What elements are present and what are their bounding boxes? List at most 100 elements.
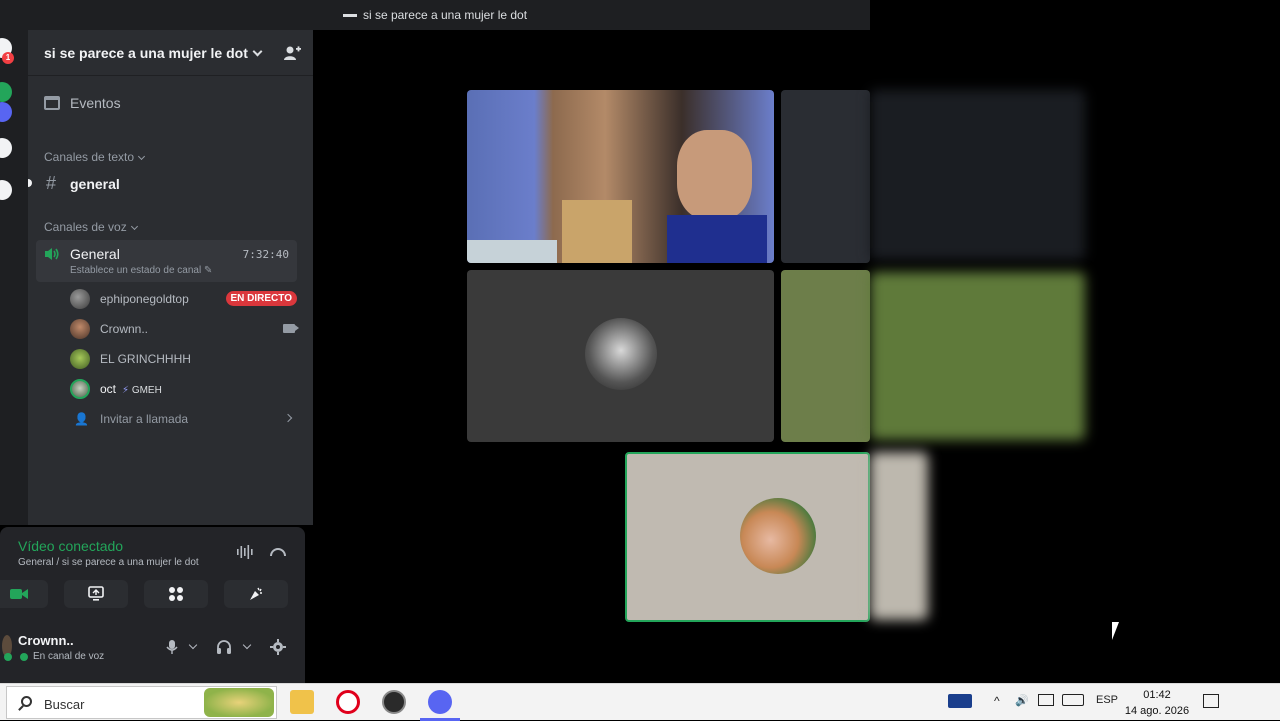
chevron-up-icon[interactable]: ^ bbox=[994, 694, 1000, 708]
calendar-icon bbox=[44, 96, 60, 110]
server-icon-5[interactable] bbox=[0, 180, 12, 200]
camera-icon bbox=[283, 324, 299, 333]
audio-options-chevron-icon[interactable] bbox=[242, 640, 252, 650]
member-name: EL GRINCHHHH bbox=[100, 352, 191, 366]
person-shirt-video bbox=[667, 215, 767, 263]
soundboard-button[interactable] bbox=[224, 580, 288, 608]
mlb-tray-icon[interactable] bbox=[948, 694, 972, 708]
chevron-down-icon bbox=[252, 46, 263, 57]
notifications-icon[interactable] bbox=[1203, 694, 1219, 708]
recorder-app-icon[interactable] bbox=[382, 690, 406, 714]
person-face-video bbox=[677, 130, 752, 220]
user-status: En canal de voz bbox=[33, 651, 105, 662]
microphone-icon[interactable] bbox=[164, 639, 180, 655]
language-indicator[interactable]: ESP bbox=[1096, 694, 1118, 706]
invite-to-call[interactable]: 👤 Invitar a llamada bbox=[64, 406, 297, 432]
voice-channels-category[interactable]: Canales de voz bbox=[44, 220, 138, 234]
guild-name[interactable]: si se parece a una mujer le dot bbox=[44, 45, 263, 61]
pencil-icon: ✎ bbox=[204, 265, 213, 276]
video-grid bbox=[313, 30, 870, 683]
blanket-video bbox=[467, 240, 557, 263]
screen-share-icon bbox=[88, 586, 104, 601]
voice-status-icon bbox=[20, 653, 28, 661]
voice-status-subtitle[interactable]: General / si se parece a una mujer le do… bbox=[18, 557, 199, 568]
disconnect-icon[interactable] bbox=[270, 548, 286, 556]
speaker-icon bbox=[45, 248, 59, 260]
guild-header[interactable]: si se parece a una mujer le dot bbox=[28, 30, 313, 76]
person-add-icon: 👤 bbox=[74, 412, 89, 426]
online-status-icon bbox=[4, 653, 12, 661]
user-name[interactable]: Crownn.. bbox=[18, 633, 74, 648]
user-panel: Crownn.. En canal de voz bbox=[0, 627, 305, 683]
voice-channel-general[interactable]: General 7:32:40 Establece un estado de c… bbox=[36, 240, 297, 282]
search-placeholder: Buscar bbox=[44, 697, 85, 712]
discord-app-icon[interactable] bbox=[428, 690, 452, 714]
channel-glyph-icon bbox=[342, 14, 357, 18]
activities-button[interactable] bbox=[144, 580, 208, 608]
opera-browser-icon[interactable] bbox=[336, 690, 360, 714]
events-link[interactable]: Eventos bbox=[36, 88, 305, 118]
mic-options-chevron-icon[interactable] bbox=[188, 640, 198, 650]
channel-status-prompt[interactable]: Establece un estado de canal ✎ bbox=[70, 265, 212, 276]
screen-share-button[interactable] bbox=[64, 580, 128, 608]
screen-share-tile[interactable] bbox=[781, 90, 870, 263]
file-explorer-icon[interactable] bbox=[290, 690, 314, 714]
channel-label: general bbox=[70, 176, 120, 192]
chevron-down-icon bbox=[138, 152, 146, 161]
hash-icon: # bbox=[46, 173, 57, 193]
voice-member[interactable]: Crownn.. bbox=[64, 316, 299, 342]
video-camera-icon bbox=[10, 589, 28, 599]
soundboard-icon bbox=[250, 587, 262, 600]
camera-toggle-button[interactable] bbox=[0, 580, 48, 608]
search-icon bbox=[21, 696, 32, 707]
voice-member[interactable]: EL GRINCHHHH bbox=[64, 346, 297, 372]
voice-member[interactable]: ephiponegoldtop EN DIRECTO bbox=[64, 286, 297, 312]
guild-tag: ⚡ GMEH bbox=[122, 385, 162, 396]
avatar bbox=[70, 349, 90, 369]
channel-sidebar: si se parece a una mujer le dot Eventos … bbox=[28, 30, 313, 525]
voice-connection-panel: Vídeo conectado General / si se parece a… bbox=[0, 527, 305, 683]
events-label: Eventos bbox=[70, 95, 121, 111]
system-clock[interactable]: 01:42 14 ago. 2026 bbox=[1122, 687, 1192, 719]
window-title: si se parece a una mujer le dot bbox=[0, 8, 870, 22]
chevron-down-icon bbox=[130, 222, 138, 231]
taskbar-search[interactable]: Buscar bbox=[6, 686, 277, 719]
window-titlebar: si se parece a una mujer le dot bbox=[0, 0, 870, 30]
channel-general[interactable]: # general bbox=[28, 170, 305, 198]
volume-icon[interactable]: 🔊 bbox=[1015, 694, 1029, 707]
member-name: oct ⚡ GMEH bbox=[100, 382, 162, 396]
chevron-right-icon bbox=[283, 413, 293, 423]
avatar bbox=[70, 289, 90, 309]
discord-app: si se parece a una mujer le dot 1 si se … bbox=[0, 0, 1280, 683]
member-name: Crownn.. bbox=[100, 322, 149, 336]
noise-suppression-icon[interactable] bbox=[236, 545, 254, 559]
member-tile-grinch[interactable] bbox=[781, 270, 870, 442]
voice-channel-label: General bbox=[70, 246, 120, 262]
server-icon-3[interactable] bbox=[0, 102, 12, 122]
windows-taskbar: Buscar ^ 🔊 ESP 01:42 14 ago. 2026 bbox=[0, 683, 1280, 721]
blurred-tile bbox=[870, 452, 928, 620]
member-tile-crownn[interactable] bbox=[467, 270, 774, 442]
network-icon[interactable] bbox=[1038, 694, 1054, 706]
blurred-overlay-area bbox=[870, 0, 1280, 683]
webcam-tile-ephiponegoldtop[interactable] bbox=[467, 90, 774, 263]
member-avatar bbox=[740, 498, 816, 574]
settings-gear-icon[interactable] bbox=[270, 639, 286, 655]
mouse-cursor-icon bbox=[1112, 622, 1119, 640]
keyboard-icon[interactable] bbox=[1062, 694, 1084, 706]
invite-label: Invitar a llamada bbox=[100, 412, 189, 426]
live-badge: EN DIRECTO bbox=[225, 291, 297, 306]
server-icon-2[interactable] bbox=[0, 82, 12, 102]
bolt-icon: ⚡ bbox=[122, 385, 130, 396]
voice-member[interactable]: oct ⚡ GMEH bbox=[64, 376, 297, 402]
activities-icon bbox=[169, 587, 183, 601]
member-tile-oct-speaking[interactable] bbox=[625, 452, 870, 622]
blurred-tile bbox=[870, 90, 1085, 260]
server-icon-4[interactable] bbox=[0, 138, 12, 158]
add-member-icon[interactable] bbox=[283, 44, 301, 62]
call-timer: 7:32:40 bbox=[242, 248, 289, 261]
text-channels-category[interactable]: Canales de texto bbox=[44, 150, 146, 164]
headphones-icon[interactable] bbox=[216, 639, 232, 655]
member-avatar bbox=[585, 318, 657, 390]
voice-status-title[interactable]: Vídeo conectado bbox=[18, 538, 123, 554]
